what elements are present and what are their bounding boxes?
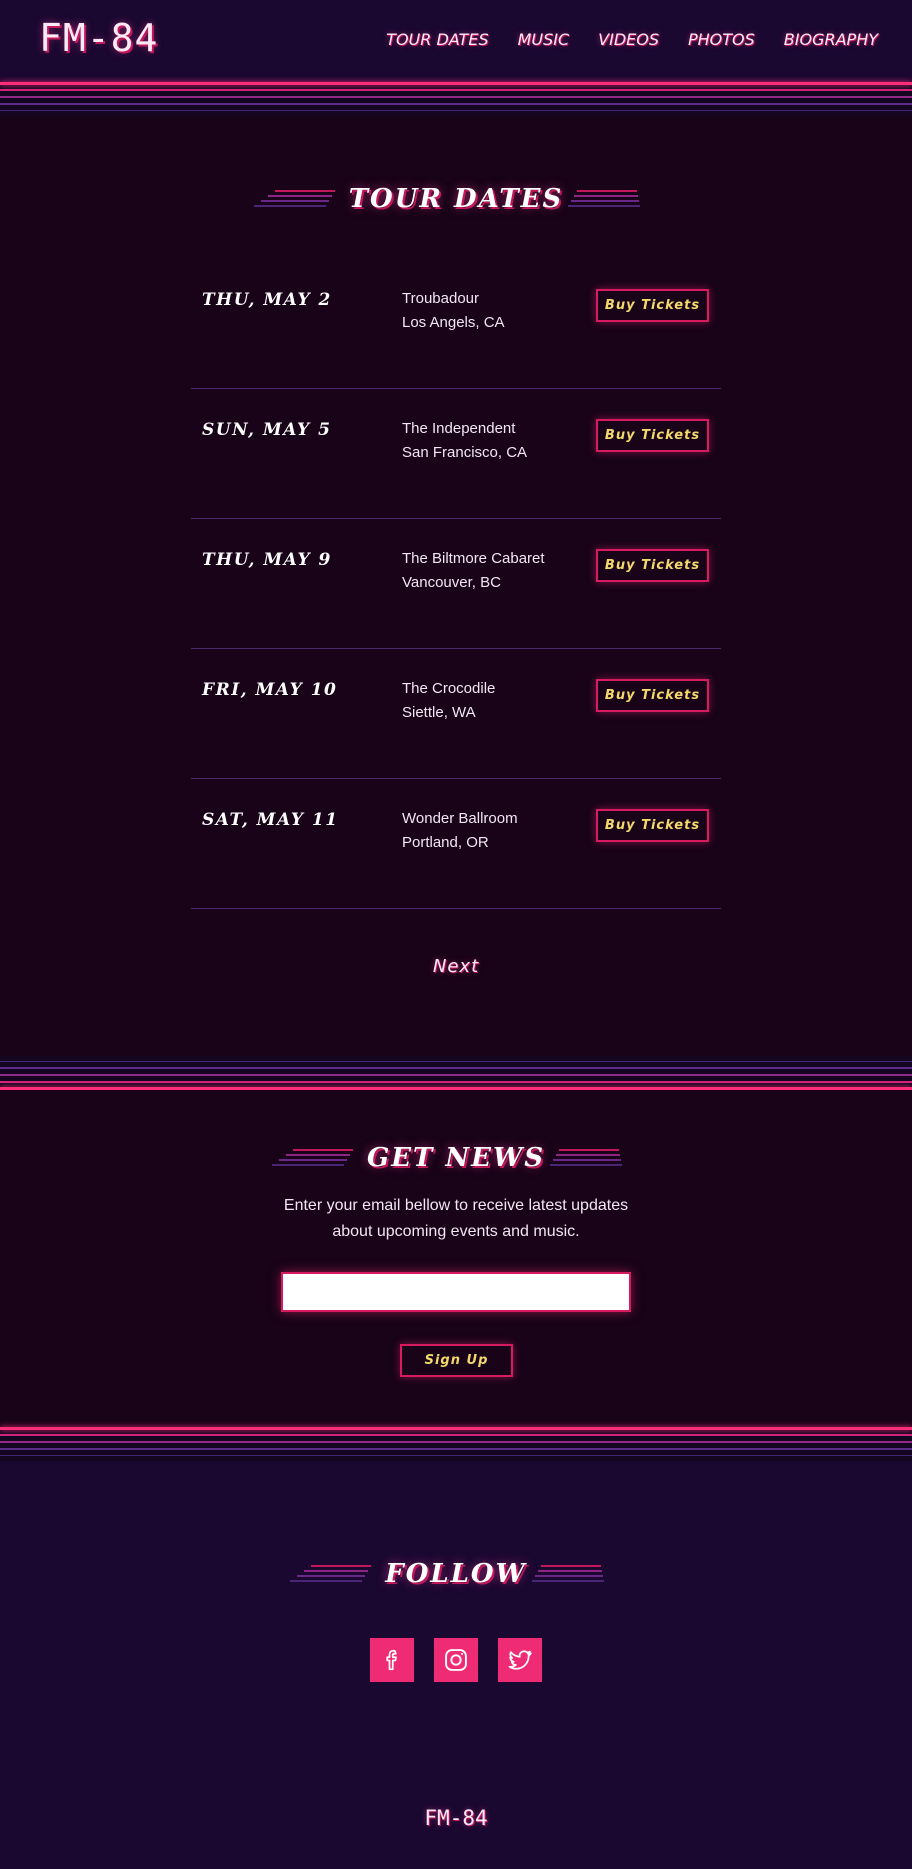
newsletter-section: GET NEWS Enter your email bellow to rece… xyxy=(0,1090,912,1427)
tour-row: SAT, MAY 11 Wonder Ballroom Portland, OR… xyxy=(191,779,721,909)
main-nav: TOUR DATES MUSIC VIDEOS PHOTOS BIOGRAPHY xyxy=(357,30,878,49)
buy-tickets-button[interactable]: Buy Tickets xyxy=(596,679,709,712)
speed-lines-decoration xyxy=(531,1563,619,1585)
site-header: FM-84 TOUR DATES MUSIC VIDEOS PHOTOS BIO… xyxy=(0,0,912,82)
description-line: about upcoming events and music. xyxy=(332,1223,580,1240)
neon-stripe-divider xyxy=(0,82,912,116)
description-line: Enter your email bellow to receive lates… xyxy=(283,1197,629,1214)
tour-row: SUN, MAY 5 The Independent San Francisco… xyxy=(191,389,721,519)
venue-name: The Biltmore Cabaret xyxy=(402,550,545,567)
tour-venue: Troubadour Los Angels, CA xyxy=(402,287,505,335)
venue-city: Los Angels, CA xyxy=(402,314,505,331)
speed-lines-decoration xyxy=(253,188,335,210)
nav-biography[interactable]: BIOGRAPHY xyxy=(784,30,878,49)
neon-stripe-divider xyxy=(0,1056,912,1090)
nav-tour-dates[interactable]: TOUR DATES xyxy=(386,30,488,49)
nav-music[interactable]: MUSIC xyxy=(518,30,570,49)
nav-videos[interactable]: VIDEOS xyxy=(598,30,659,49)
site-logo[interactable]: FM-84 xyxy=(39,16,158,60)
buy-tickets-button[interactable]: Buy Tickets xyxy=(596,549,709,582)
tour-date: FRI, MAY 10 xyxy=(202,680,338,700)
tour-date: SAT, MAY 11 xyxy=(202,810,339,830)
venue-city: San Francisco, CA xyxy=(402,444,528,461)
buy-tickets-button[interactable]: Buy Tickets xyxy=(596,289,709,322)
tour-list: THU, MAY 2 Troubadour Los Angels, CA Buy… xyxy=(191,259,721,909)
email-field[interactable] xyxy=(281,1272,631,1312)
venue-name: The Crocodile xyxy=(402,680,496,697)
venue-city: Vancouver, BC xyxy=(402,574,501,591)
tour-date: SUN, MAY 5 xyxy=(202,420,332,440)
speed-lines-decoration xyxy=(272,1147,353,1169)
next-label[interactable]: Next xyxy=(433,956,479,977)
venue-city: Siettle, WA xyxy=(402,704,476,721)
venue-name: The Independent xyxy=(402,420,516,437)
tour-row: THU, MAY 2 Troubadour Los Angels, CA Buy… xyxy=(191,259,721,389)
facebook-icon[interactable] xyxy=(370,1638,414,1682)
newsletter-description: Enter your email bellow to receive lates… xyxy=(0,1193,912,1245)
tour-row: THU, MAY 9 The Biltmore Cabaret Vancouve… xyxy=(191,519,721,649)
tour-date: THU, MAY 9 xyxy=(202,550,332,570)
section-title: FOLLOW xyxy=(385,1559,527,1589)
follow-section: FOLLOW FM-84 xyxy=(0,1461,912,1869)
tour-venue: Wonder Ballroom Portland, OR xyxy=(402,807,518,855)
section-title: GET NEWS xyxy=(367,1143,545,1173)
speed-lines-decoration xyxy=(549,1147,637,1169)
social-links xyxy=(0,1638,912,1682)
venue-city: Portland, OR xyxy=(402,834,489,851)
tour-venue: The Independent San Francisco, CA xyxy=(402,417,527,465)
tour-dates-section: TOUR DATES THU, MAY 2 Troubadour Los Ang… xyxy=(0,116,912,1056)
tour-date: THU, MAY 2 xyxy=(202,290,332,310)
section-title: TOUR DATES xyxy=(348,184,564,214)
buy-tickets-button[interactable]: Buy Tickets xyxy=(596,809,709,842)
venue-name: Wonder Ballroom xyxy=(402,810,518,827)
instagram-icon[interactable] xyxy=(434,1638,478,1682)
twitter-icon[interactable] xyxy=(498,1638,542,1682)
nav-photos[interactable]: PHOTOS xyxy=(688,30,755,49)
next-page-link: Next xyxy=(0,956,912,977)
tour-row: FRI, MAY 10 The Crocodile Siettle, WA Bu… xyxy=(191,649,721,779)
footer-logo: FM-84 xyxy=(424,1806,488,1830)
tour-dates-heading: TOUR DATES xyxy=(0,184,912,214)
buy-tickets-button[interactable]: Buy Tickets xyxy=(596,419,709,452)
follow-heading: FOLLOW xyxy=(0,1559,912,1589)
neon-stripe-divider xyxy=(0,1427,912,1461)
tour-venue: The Biltmore Cabaret Vancouver, BC xyxy=(402,547,545,595)
venue-name: Troubadour xyxy=(402,290,479,307)
newsletter-heading: GET NEWS xyxy=(0,1143,912,1173)
speed-lines-decoration xyxy=(568,188,655,210)
speed-lines-decoration xyxy=(290,1563,372,1585)
tour-venue: The Crocodile Siettle, WA xyxy=(402,677,495,725)
sign-up-button[interactable]: Sign Up xyxy=(400,1344,513,1377)
